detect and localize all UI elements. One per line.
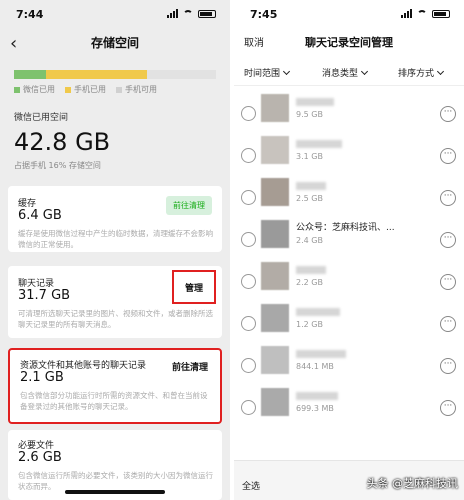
select-radio[interactable] bbox=[241, 274, 256, 289]
status-bar: 7:44 bbox=[0, 0, 230, 26]
battery-icon bbox=[432, 10, 450, 18]
chat-row[interactable]: 3.1 GB ··· bbox=[234, 136, 464, 176]
more-icon[interactable]: ··· bbox=[440, 148, 456, 164]
more-icon[interactable]: ··· bbox=[440, 106, 456, 122]
wechat-used-total: 42.8 GB bbox=[14, 128, 111, 156]
more-icon[interactable]: ··· bbox=[440, 232, 456, 248]
chat-storage-manager: 7:45 取消 聊天记录空间管理 时间范围 消息类型 排序方式 9.5 GB ··… bbox=[234, 0, 464, 500]
legend-phone-free: 手机可用 bbox=[116, 84, 157, 95]
resource-files-size: 2.1 GB bbox=[20, 370, 64, 385]
chat-avatar bbox=[261, 94, 289, 122]
chat-size: 2.4 GB bbox=[296, 236, 323, 245]
filter-time-range[interactable]: 时间范围 bbox=[244, 66, 289, 79]
chat-size: 2.5 GB bbox=[296, 194, 323, 203]
chat-avatar bbox=[261, 178, 289, 206]
chat-name: 公众号：芝麻科技讯、... bbox=[296, 223, 395, 233]
status-time: 7:44 bbox=[16, 8, 44, 21]
chat-avatar bbox=[261, 136, 289, 164]
chat-row[interactable]: 699.3 MB ··· bbox=[234, 388, 464, 428]
clear-resource-button[interactable]: 前往清理 bbox=[172, 360, 208, 373]
status-icons bbox=[167, 9, 216, 18]
chat-size: 3.1 GB bbox=[296, 152, 323, 161]
chat-row[interactable]: 2.2 GB ··· bbox=[234, 262, 464, 302]
chat-row[interactable]: 9.5 GB ··· bbox=[234, 94, 464, 134]
chat-name-redacted bbox=[296, 350, 346, 358]
select-all-button[interactable]: 全选 bbox=[242, 479, 260, 492]
chat-history-size: 31.7 GB bbox=[18, 288, 71, 303]
resource-files-card: 资源文件和其他账号的聊天记录 2.1 GB 包含微信部分功能运行时所需的资源文件… bbox=[8, 348, 222, 424]
more-icon[interactable]: ··· bbox=[440, 316, 456, 332]
more-icon[interactable]: ··· bbox=[440, 358, 456, 374]
usage-bar-phone bbox=[46, 70, 148, 79]
wifi-icon bbox=[183, 10, 193, 18]
wifi-icon bbox=[417, 10, 427, 18]
select-radio[interactable] bbox=[241, 316, 256, 331]
chat-history-description: 可清理所选聊天记录里的图片、视频和文件，或者删除所选聊天记录里的所有聊天消息。 bbox=[18, 309, 213, 329]
signal-icon bbox=[167, 9, 178, 18]
chat-row[interactable]: 1.2 GB ··· bbox=[234, 304, 464, 344]
select-radio[interactable] bbox=[241, 358, 256, 373]
required-files-description: 包含微信运行所需的必要文件，该类别的大小因为微信运行状态而异。 bbox=[18, 471, 213, 491]
required-files-size: 2.6 GB bbox=[18, 450, 62, 465]
status-time: 7:45 bbox=[250, 8, 278, 21]
filter-sort-order[interactable]: 排序方式 bbox=[398, 66, 443, 79]
usage-bar-wechat bbox=[14, 70, 47, 79]
cache-size: 6.4 GB bbox=[18, 208, 62, 223]
chat-size: 9.5 GB bbox=[296, 110, 323, 119]
battery-icon bbox=[198, 10, 216, 18]
chat-avatar bbox=[261, 262, 289, 290]
resource-files-description: 包含微信部分功能运行时所需的资源文件、和曾在当前设备登录过的其他账号的聊天记录。 bbox=[20, 391, 208, 411]
more-icon[interactable]: ··· bbox=[440, 190, 456, 206]
select-radio[interactable] bbox=[241, 232, 256, 247]
manage-button[interactable]: 管理 bbox=[172, 270, 216, 304]
chat-name-redacted bbox=[296, 308, 340, 316]
bottom-bar: 全选 头条 @芝麻科技讯 bbox=[234, 460, 464, 500]
chat-row[interactable]: 公众号：芝麻科技讯、... 2.4 GB ··· bbox=[234, 220, 464, 260]
chat-name-redacted bbox=[296, 182, 326, 190]
signal-icon bbox=[401, 9, 412, 18]
chat-name-redacted bbox=[296, 140, 342, 148]
legend-phone-used: 手机已用 bbox=[65, 84, 106, 95]
usage-legend: 微信已用 手机已用 手机可用 bbox=[14, 84, 157, 95]
chat-row[interactable]: 2.5 GB ··· bbox=[234, 178, 464, 218]
chat-history-card: 聊天记录 31.7 GB 可清理所选聊天记录里的图片、视频和文件，或者删除所选聊… bbox=[8, 266, 222, 338]
legend-wechat: 微信已用 bbox=[14, 84, 55, 95]
select-radio[interactable] bbox=[241, 148, 256, 163]
page-title: 聊天记录空间管理 bbox=[305, 36, 393, 49]
watermark: 头条 @芝麻科技讯 bbox=[366, 477, 459, 490]
chat-avatar bbox=[261, 304, 289, 332]
wechat-used-label: 微信已用空间 bbox=[14, 113, 69, 123]
chat-size: 1.2 GB bbox=[296, 320, 323, 329]
chat-size: 2.2 GB bbox=[296, 278, 323, 287]
filter-bar: 时间范围 消息类型 排序方式 bbox=[234, 60, 464, 86]
clear-cache-button[interactable]: 前往清理 bbox=[166, 196, 212, 215]
chat-row[interactable]: 844.1 MB ··· bbox=[234, 346, 464, 386]
chat-avatar bbox=[261, 346, 289, 374]
chat-avatar bbox=[261, 220, 289, 248]
page-title: 存储空间 bbox=[90, 36, 139, 50]
cache-card: 缓存 6.4 GB 缓存是使用微信过程中产生的临时数据，清理缓存不会影响微信的正… bbox=[8, 186, 222, 252]
cache-description: 缓存是使用微信过程中产生的临时数据，清理缓存不会影响微信的正常使用。 bbox=[18, 229, 213, 249]
chat-size: 844.1 MB bbox=[296, 362, 334, 371]
chat-avatar bbox=[261, 388, 289, 416]
select-radio[interactable] bbox=[241, 190, 256, 205]
storage-screen: 7:44 ‹ 存储空间 微信已用 手机已用 手机可用 微信已用空间 42.8 G… bbox=[0, 0, 230, 500]
select-radio[interactable] bbox=[241, 106, 256, 121]
chat-name-redacted bbox=[296, 266, 326, 274]
more-icon[interactable]: ··· bbox=[440, 400, 456, 416]
status-bar: 7:45 bbox=[234, 0, 464, 26]
wechat-used-percent: 占据手机 16% 存储空间 bbox=[14, 161, 101, 170]
status-icons bbox=[401, 9, 450, 18]
chat-size: 699.3 MB bbox=[296, 404, 334, 413]
filter-message-type[interactable]: 消息类型 bbox=[322, 66, 367, 79]
chat-name-redacted bbox=[296, 98, 334, 106]
storage-usage-bar bbox=[14, 70, 216, 79]
home-indicator bbox=[65, 490, 165, 494]
chat-name-redacted bbox=[296, 392, 338, 400]
more-icon[interactable]: ··· bbox=[440, 274, 456, 290]
select-radio[interactable] bbox=[241, 400, 256, 415]
